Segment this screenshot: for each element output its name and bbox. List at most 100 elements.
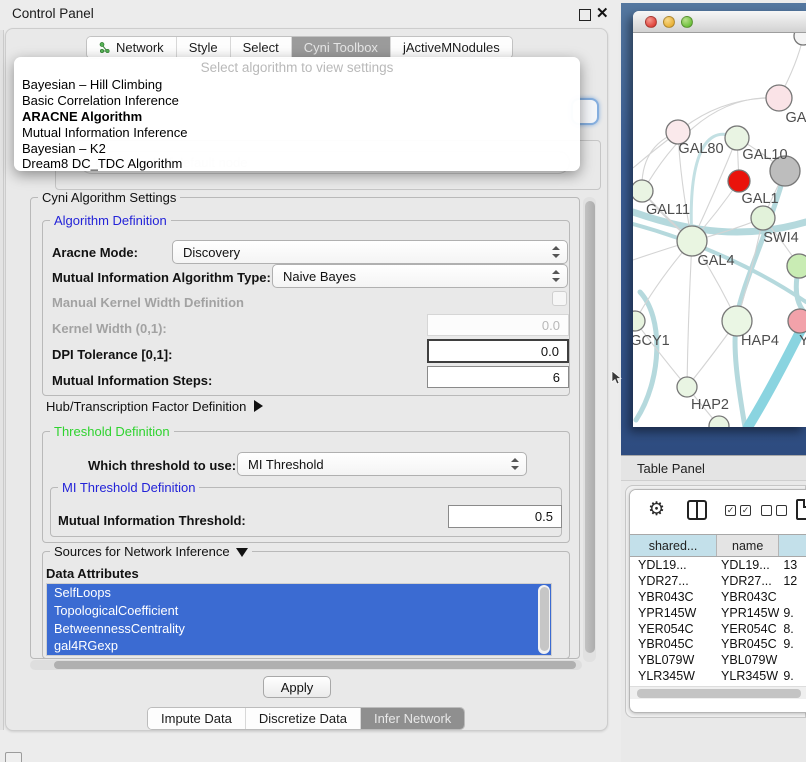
- kernel-width-field[interactable]: 0.0: [427, 314, 569, 336]
- network-canvas[interactable]: GAL GAL80 GAL10 GAL1 GAL11 SWI4 GAL4 GCY…: [633, 33, 806, 427]
- table-window: ⚙ ✓✓ shared... name YDL19... YDL19... 13…: [629, 489, 806, 713]
- manual-kernel-label: Manual Kernel Width Definition: [52, 295, 244, 310]
- control-panel-tabs: Network Style Select Cyni Toolbox jActiv…: [86, 36, 513, 59]
- settings-horizontal-scrollbar[interactable]: [30, 660, 582, 670]
- table-row[interactable]: YDL19... YDL19... 13: [630, 558, 806, 574]
- network-icon: [99, 42, 111, 54]
- column-header-shared-name[interactable]: shared...: [630, 535, 717, 556]
- aracne-mode-select[interactable]: Discovery: [172, 240, 568, 264]
- table-row[interactable]: YBR043C YBR043C: [630, 590, 806, 606]
- tab-network[interactable]: Network: [87, 37, 177, 58]
- mi-type-select[interactable]: Naive Bayes: [272, 264, 568, 288]
- table-panel-titlebar: Table Panel: [621, 455, 806, 481]
- collapse-arrow-icon: [254, 400, 263, 412]
- table-row[interactable]: YPR145W YPR145W 9.: [630, 606, 806, 622]
- node-gal1[interactable]: [751, 206, 775, 230]
- mi-steps-label: Mutual Information Steps:: [52, 373, 212, 388]
- column-header-name[interactable]: name: [717, 535, 779, 556]
- column-header-partial[interactable]: [779, 535, 806, 556]
- algorithm-option[interactable]: Bayesian – Hill Climbing: [14, 77, 580, 93]
- node-hap4[interactable]: [722, 306, 752, 336]
- dock-panel-button[interactable]: [5, 752, 22, 762]
- column-layout-icon[interactable]: [687, 500, 707, 520]
- node-y-partial[interactable]: [788, 309, 806, 333]
- attribute-list-scrollbar[interactable]: [538, 585, 550, 654]
- network-window-titlebar[interactable]: [633, 11, 806, 33]
- table-row[interactable]: YDR27... YDR27... 12: [630, 574, 806, 590]
- export-table-icon[interactable]: [796, 499, 806, 520]
- mi-type-label: Mutual Information Algorithm Type:: [52, 270, 271, 285]
- select-all-columns-icon[interactable]: ✓✓: [725, 505, 751, 516]
- tab-network-label: Network: [116, 40, 164, 55]
- tab-jactivemnodules[interactable]: jActiveMNodules: [391, 37, 512, 58]
- table-body: YDL19... YDL19... 13 YDR27... YDR27... 1…: [630, 558, 806, 686]
- algorithm-dropdown-popup: Select algorithm to view settings Bayesi…: [14, 57, 580, 171]
- algorithm-dropdown-header: Select algorithm to view settings: [14, 60, 580, 77]
- attribute-list-item[interactable]: SelfLoops: [47, 584, 551, 602]
- node-partial-top[interactable]: [794, 33, 806, 45]
- table-row[interactable]: YER054C YER054C 8.: [630, 622, 806, 638]
- algorithm-option[interactable]: Dream8 DC_TDC Algorithm: [14, 156, 580, 172]
- attribute-list-item[interactable]: TopologicalCoefficient: [47, 602, 551, 620]
- float-panel-icon[interactable]: [579, 9, 591, 21]
- which-threshold-select[interactable]: MI Threshold: [237, 452, 527, 476]
- control-panel-title: Control Panel: [12, 6, 94, 21]
- dpi-tolerance-field[interactable]: 0.0: [427, 339, 569, 363]
- close-panel-icon[interactable]: ✕: [596, 4, 609, 22]
- which-threshold-label: Which threshold to use:: [88, 458, 236, 473]
- tab-infer-network[interactable]: Infer Network: [361, 708, 464, 729]
- table-toolbar: ⚙ ✓✓: [630, 490, 806, 534]
- node-gcy1[interactable]: [633, 311, 645, 331]
- algorithm-option[interactable]: ARACNE Algorithm: [14, 109, 580, 125]
- node-swi4[interactable]: [787, 254, 806, 278]
- node-red-selected[interactable]: [728, 170, 750, 192]
- algorithm-option[interactable]: Basic Correlation Inference: [14, 93, 580, 109]
- close-traffic-light[interactable]: [645, 16, 657, 28]
- table-header: shared... name: [630, 534, 806, 557]
- tab-style[interactable]: Style: [177, 37, 231, 58]
- algorithm-option[interactable]: Mutual Information Inference: [14, 125, 580, 141]
- algorithm-option-list: Bayesian – Hill ClimbingBasic Correlatio…: [14, 77, 580, 172]
- tab-discretize-data[interactable]: Discretize Data: [246, 708, 361, 729]
- tab-impute-data[interactable]: Impute Data: [148, 708, 246, 729]
- label-gal1: GAL1: [741, 191, 778, 207]
- table-row[interactable]: YBL079W YBL079W: [630, 653, 806, 669]
- table-horizontal-scrollbar[interactable]: [630, 686, 806, 699]
- table-row[interactable]: YBR045C YBR045C 9.: [630, 637, 806, 653]
- apply-button[interactable]: Apply: [263, 676, 331, 698]
- manual-kernel-checkbox[interactable]: [552, 291, 567, 306]
- algorithm-option[interactable]: Bayesian – K2: [14, 141, 580, 157]
- label-hap4: HAP4: [741, 333, 779, 349]
- aracne-mode-label: Aracne Mode:: [52, 245, 138, 260]
- minimize-traffic-light[interactable]: [663, 16, 675, 28]
- node-hap2[interactable]: [677, 377, 697, 397]
- network-view-window: GAL GAL80 GAL10 GAL1 GAL11 SWI4 GAL4 GCY…: [633, 11, 806, 427]
- mi-steps-field[interactable]: 6: [427, 366, 569, 388]
- settings-vertical-scrollbar[interactable]: [583, 197, 596, 662]
- stepper-icon: [511, 458, 519, 470]
- node-gal4[interactable]: [677, 226, 707, 256]
- zoom-traffic-light[interactable]: [681, 16, 693, 28]
- kernel-width-label: Kernel Width (0,1):: [52, 321, 167, 336]
- label-gal10: GAL10: [742, 147, 787, 163]
- sources-title[interactable]: Sources for Network Inference: [50, 544, 252, 559]
- node-gal11[interactable]: [633, 180, 653, 202]
- panel-left-edge: [0, 30, 4, 730]
- mouse-cursor: [611, 371, 623, 385]
- deselect-all-columns-icon[interactable]: [761, 505, 787, 516]
- label-swi4: SWI4: [763, 230, 798, 246]
- threshold-title: Threshold Definition: [50, 424, 174, 439]
- mi-threshold-title: MI Threshold Definition: [58, 480, 199, 495]
- hub-definition-toggle[interactable]: Hub/Transcription Factor Definition: [46, 399, 263, 414]
- label-gal-partial: GAL: [785, 110, 806, 126]
- label-gal4: GAL4: [697, 253, 734, 269]
- gear-icon[interactable]: ⚙: [648, 498, 665, 521]
- tab-cyni-toolbox[interactable]: Cyni Toolbox: [292, 37, 391, 58]
- table-row[interactable]: YLR345W YLR345W 9.: [630, 669, 806, 685]
- tab-select[interactable]: Select: [231, 37, 292, 58]
- node-gal-partial[interactable]: [766, 85, 792, 111]
- mi-threshold-field[interactable]: 0.5: [448, 505, 562, 528]
- data-attributes-label: Data Attributes: [46, 566, 139, 581]
- attribute-list-item[interactable]: BetweennessCentrality: [47, 620, 551, 638]
- attribute-list-item[interactable]: gal4RGexp: [47, 637, 551, 655]
